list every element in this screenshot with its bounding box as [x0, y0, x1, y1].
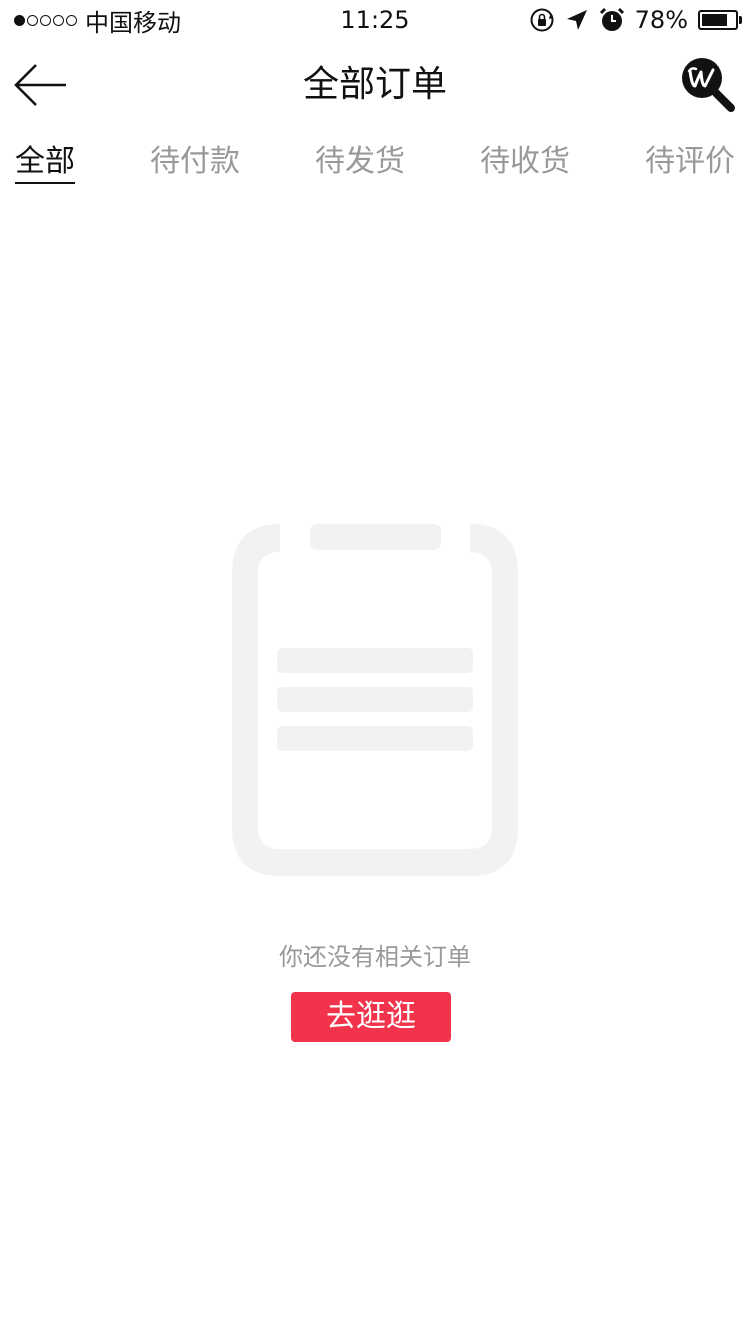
clipboard-empty-icon [232, 524, 518, 876]
rotation-lock-icon [530, 8, 554, 32]
battery-fill [702, 14, 727, 26]
tab-pending-review[interactable]: 待评价 [645, 140, 735, 184]
location-arrow-icon [566, 10, 587, 30]
tab-pending-shipment[interactable]: 待发货 [315, 140, 405, 184]
w-magnifier-logo-icon [682, 58, 735, 112]
tab-pending-payment[interactable]: 待付款 [150, 140, 240, 184]
status-bar: 中国移动 11:25 78% [0, 0, 750, 40]
empty-message: 你还没有相关订单 [279, 943, 471, 971]
order-status-tabs: 全部 待付款 待发货 待收货 待评价 [0, 140, 750, 190]
active-tab-indicator [15, 182, 75, 184]
nav-bar: 全部订单 [0, 40, 750, 130]
search-button[interactable] [680, 56, 736, 112]
tab-all[interactable]: 全部 [15, 140, 75, 184]
battery-percent: 78% [634, 6, 688, 34]
battery-icon [698, 10, 742, 30]
go-shopping-button[interactable]: 去逛逛 [291, 992, 451, 1042]
page-title: 全部订单 [302, 64, 447, 105]
status-right: 78% [529, 4, 742, 36]
tab-pending-receipt[interactable]: 待收货 [480, 140, 570, 184]
alarm-clock-icon [599, 7, 624, 31]
